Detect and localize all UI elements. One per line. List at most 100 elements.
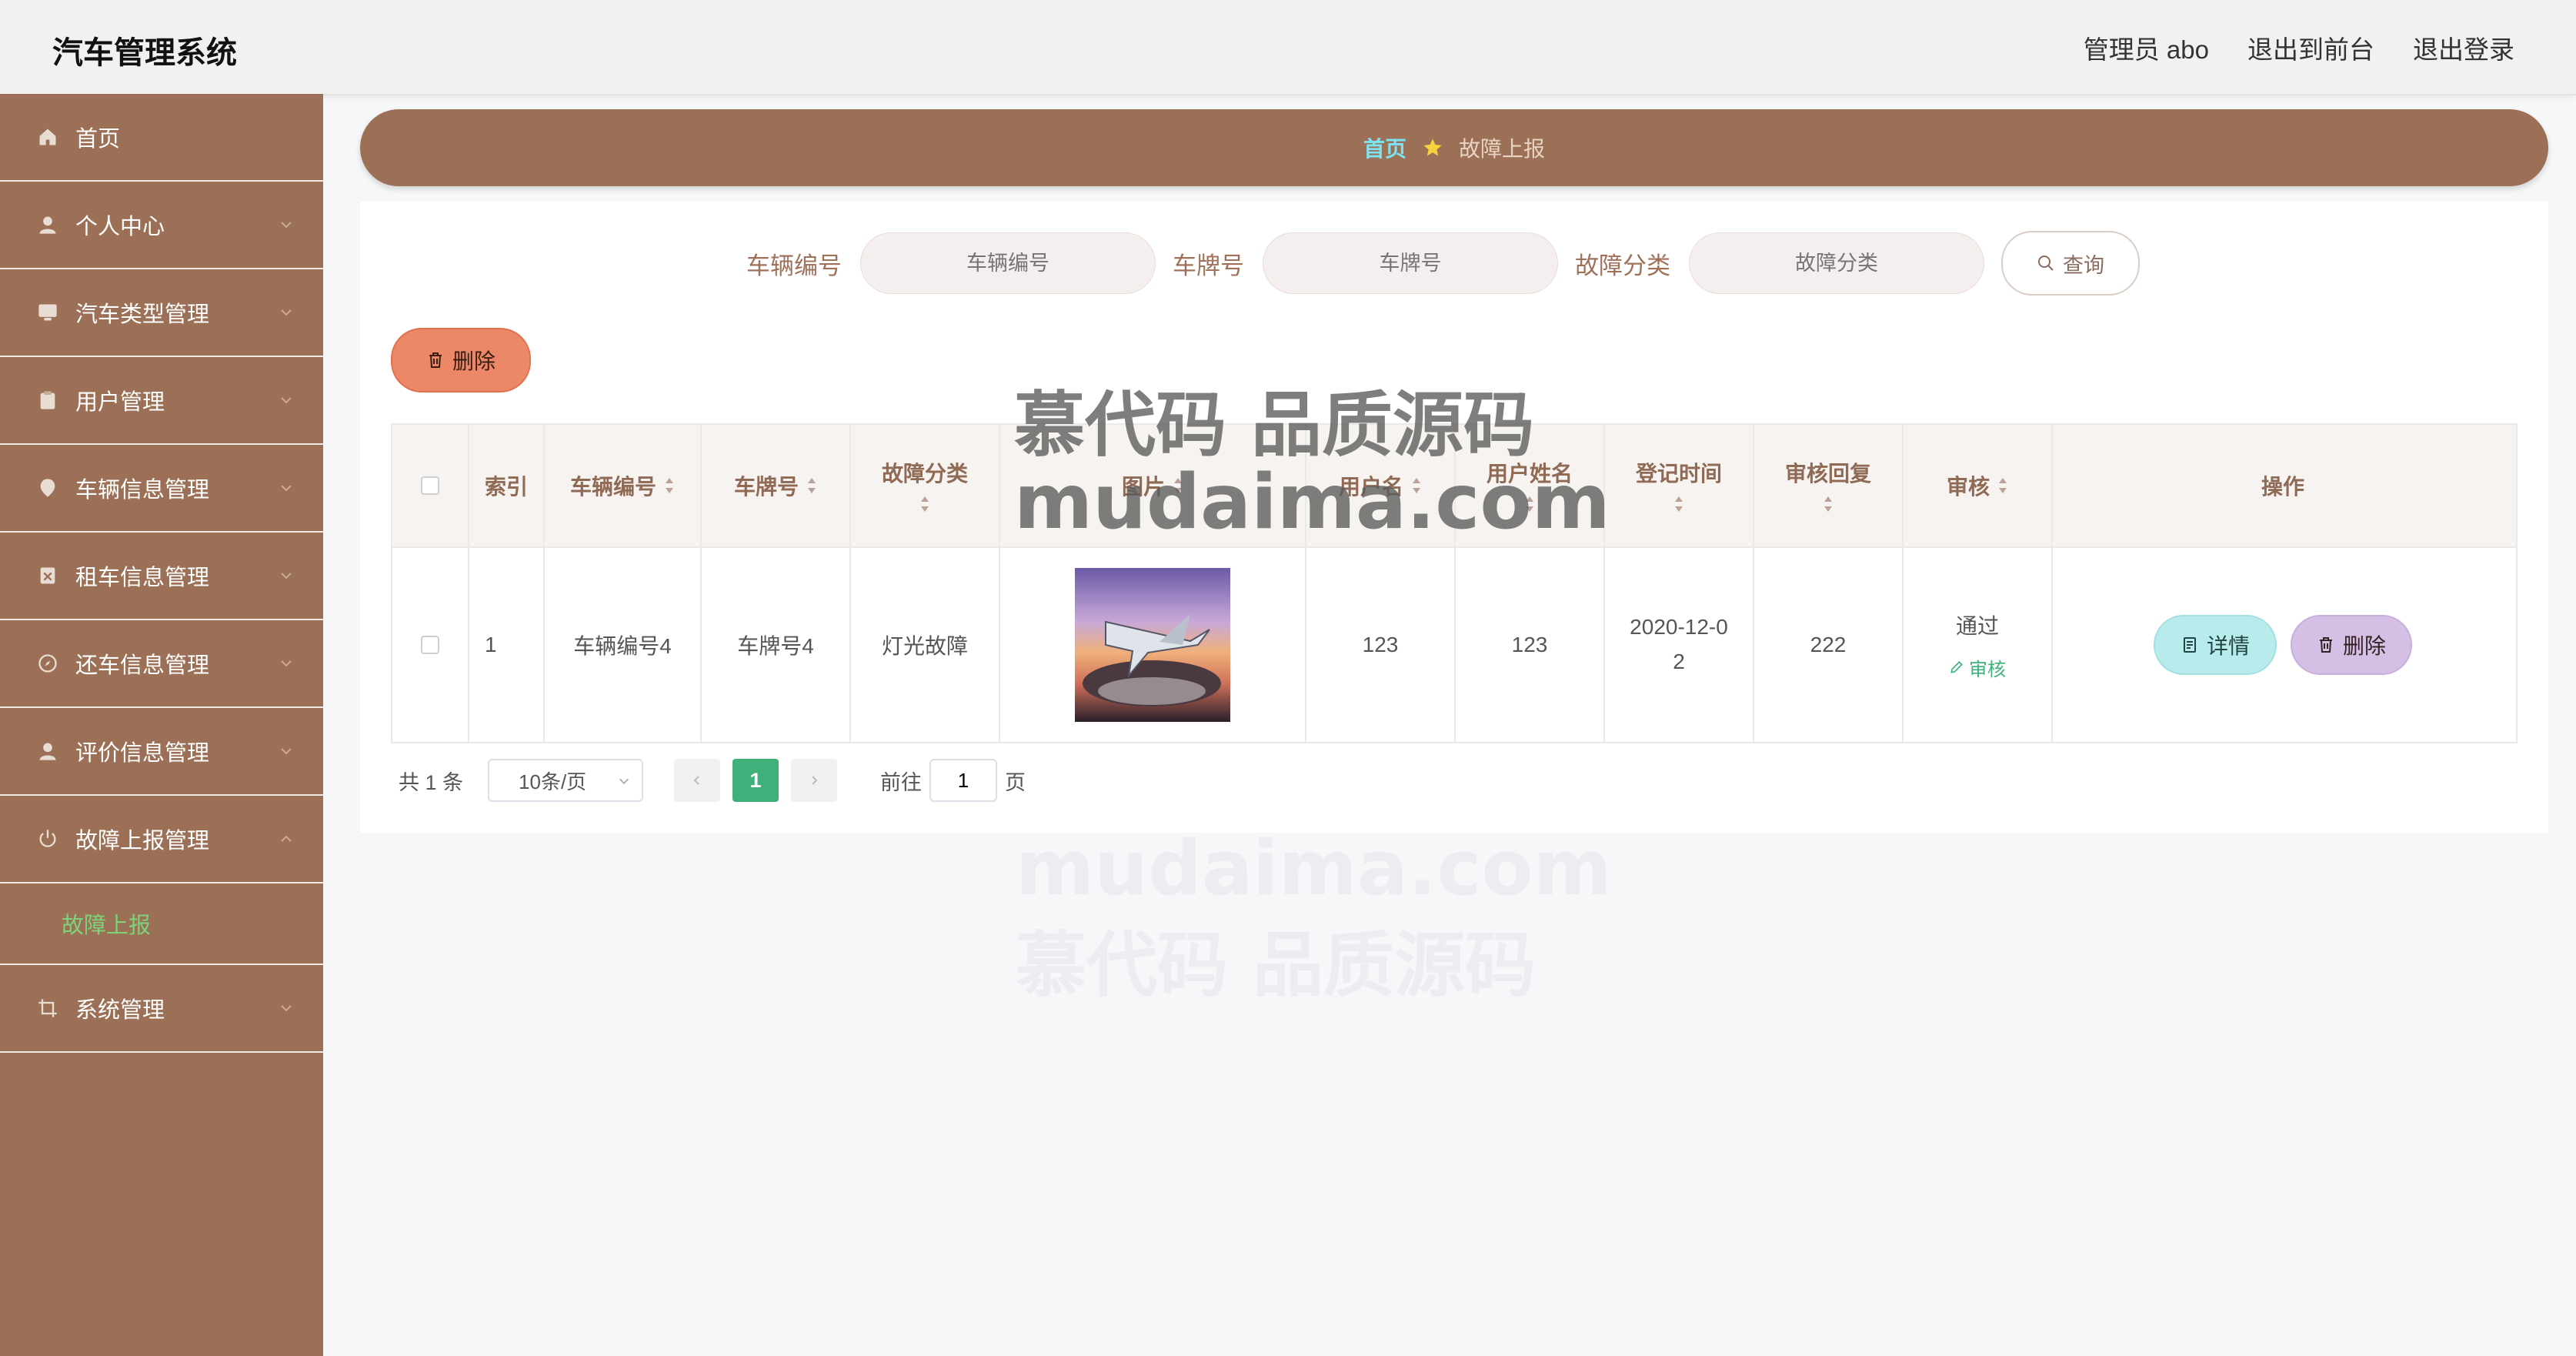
header-audit[interactable]: 审核 (1947, 470, 1990, 501)
chevron-down-icon (281, 397, 292, 404)
sidebar-subitem-fault-report[interactable]: 故障上报 (0, 883, 323, 965)
search-icon (2038, 256, 2054, 271)
cell-username: 123 (1362, 633, 1399, 656)
page-number-current[interactable]: 1 (732, 759, 779, 802)
admin-label: 管理员 abo (2083, 35, 2209, 64)
category-label: 故障分类 (1575, 252, 1670, 279)
top-links: 管理员 abo 退出到前台 退出登录 (2084, 29, 2514, 66)
sidebar-item-profile[interactable]: 个人中心 (0, 182, 323, 269)
watermark-url-faint: mudaima.com (1016, 825, 1612, 913)
power-icon (37, 828, 58, 850)
chevron-left-icon (693, 776, 699, 785)
sidebar-item-label: 租车信息管理 (75, 566, 210, 590)
top-bar: 汽车管理系统 管理员 abo 退出到前台 退出登录 (0, 0, 2576, 95)
select-all-checkbox[interactable] (421, 476, 439, 495)
row-checkbox[interactable] (421, 636, 439, 654)
header-index: 索引 (484, 475, 528, 499)
app-title: 汽车管理系统 (52, 36, 237, 70)
fault-table: 索引 车辆编号 车牌号 故障分类 图片 用户名 用户姓名 登记时间 审核回复 审… (391, 423, 2518, 743)
detail-button[interactable]: 详情 (2154, 615, 2277, 675)
chevron-down-icon (281, 222, 292, 229)
home-icon (37, 126, 58, 148)
search-form: 车辆编号 车牌号 故障分类 查询 (746, 231, 2140, 296)
sort-icon[interactable] (1411, 476, 1422, 496)
sidebar-item-label: 系统管理 (75, 998, 165, 1023)
sidebar-item-fault-reports[interactable]: 故障上报管理 (0, 796, 323, 883)
sort-icon[interactable] (1997, 476, 2008, 496)
breadcrumb: 首页 故障上报 (360, 109, 2548, 186)
sidebar-item-label: 汽车类型管理 (75, 302, 210, 327)
compass-icon (37, 653, 58, 674)
query-button[interactable]: 查询 (2001, 231, 2140, 296)
cell-index: 1 (485, 633, 497, 656)
vehicle-no-input[interactable] (860, 232, 1156, 294)
sidebar-item-reviews[interactable]: 评价信息管理 (0, 708, 323, 796)
sidebar-item-system[interactable]: 系统管理 (0, 965, 323, 1053)
exit-to-front-link[interactable]: 退出到前台 (2247, 29, 2374, 66)
audit-link[interactable]: 审核 (1949, 654, 2006, 681)
breadcrumb-current: 故障上报 (1459, 137, 1546, 161)
sort-icon[interactable] (664, 476, 675, 496)
prev-page-button[interactable] (674, 759, 721, 802)
vehicle-no-label: 车辆编号 (746, 252, 842, 279)
sort-icon[interactable] (1673, 494, 1684, 514)
chevron-up-icon (281, 835, 292, 842)
sort-icon[interactable] (1524, 494, 1535, 514)
sidebar-item-rentals[interactable]: 租车信息管理 (0, 533, 323, 620)
crop-icon (37, 997, 58, 1019)
cell-reply: 222 (1810, 633, 1847, 656)
sidebar-item-label: 个人中心 (75, 215, 165, 239)
star-icon (1423, 139, 1442, 156)
trash-icon (429, 352, 442, 368)
user-icon (37, 214, 58, 235)
sidebar-item-vehicles[interactable]: 车辆信息管理 (0, 445, 323, 533)
header-category[interactable]: 故障分类 (882, 457, 968, 488)
category-input[interactable] (1689, 232, 1984, 294)
row-delete-button[interactable]: 删除 (2291, 615, 2412, 675)
plate-input[interactable] (1263, 232, 1558, 294)
document-icon (2183, 637, 2196, 653)
goto-page-input[interactable] (929, 759, 998, 802)
sort-icon[interactable] (1173, 476, 1183, 496)
user-icon (37, 740, 58, 762)
cell-category: 灯光故障 (881, 634, 968, 658)
query-label: 查询 (2063, 253, 2104, 277)
cell-status: 通过 (1955, 613, 1999, 638)
logout-link[interactable]: 退出登录 (2413, 29, 2514, 66)
next-page-button[interactable] (791, 759, 838, 802)
chevron-down-icon (281, 1005, 292, 1012)
chevron-down-icon (281, 485, 292, 492)
audit-link-label: 审核 (1969, 659, 2006, 680)
sort-icon[interactable] (919, 494, 930, 514)
pagination: 共 1 条 10条/页 1 前往 页 (399, 759, 1026, 802)
main-panel: 车辆编号 车牌号 故障分类 查询 删除 索引 车辆编号 车牌号 故障分类 图片 … (360, 202, 2548, 833)
sidebar-item-users[interactable]: 用户管理 (0, 357, 323, 445)
header-reply[interactable]: 审核回复 (1785, 457, 1871, 488)
header-plate[interactable]: 车牌号 (734, 470, 799, 501)
goto-label: 前往 (880, 770, 923, 794)
header-vehicle-no[interactable]: 车辆编号 (570, 470, 656, 501)
sort-icon[interactable] (806, 476, 817, 496)
batch-delete-button[interactable]: 删除 (391, 328, 531, 392)
header-realname[interactable]: 用户姓名 (1487, 457, 1573, 488)
header-username[interactable]: 用户名 (1339, 470, 1403, 501)
sidebar-item-label: 车辆信息管理 (75, 478, 210, 503)
header-image[interactable]: 图片 (1122, 470, 1165, 501)
sidebar-item-returns[interactable]: 还车信息管理 (0, 620, 323, 708)
sidebar-item-home[interactable]: 首页 (0, 94, 323, 182)
chevron-down-icon (281, 309, 292, 316)
location-pin-icon (37, 477, 58, 499)
header-actions: 操作 (2261, 475, 2304, 499)
cell-realname: 123 (1511, 633, 1548, 656)
header-reg-time[interactable]: 登记时间 (1636, 457, 1722, 488)
fault-thumbnail[interactable] (1075, 568, 1230, 722)
breadcrumb-home[interactable]: 首页 (1363, 132, 1406, 163)
sort-icon[interactable] (1823, 494, 1834, 514)
cell-vehicle-no: 车辆编号4 (573, 634, 672, 658)
plate-label: 车牌号 (1173, 252, 1244, 279)
row-delete-label: 删除 (2342, 634, 2386, 658)
table-header: 索引 车辆编号 车牌号 故障分类 图片 用户名 用户姓名 登记时间 审核回复 审… (392, 425, 2516, 548)
clipboard-icon (37, 389, 58, 411)
sidebar-item-car-types[interactable]: 汽车类型管理 (0, 269, 323, 357)
page-size-select[interactable]: 10条/页 (488, 759, 644, 802)
